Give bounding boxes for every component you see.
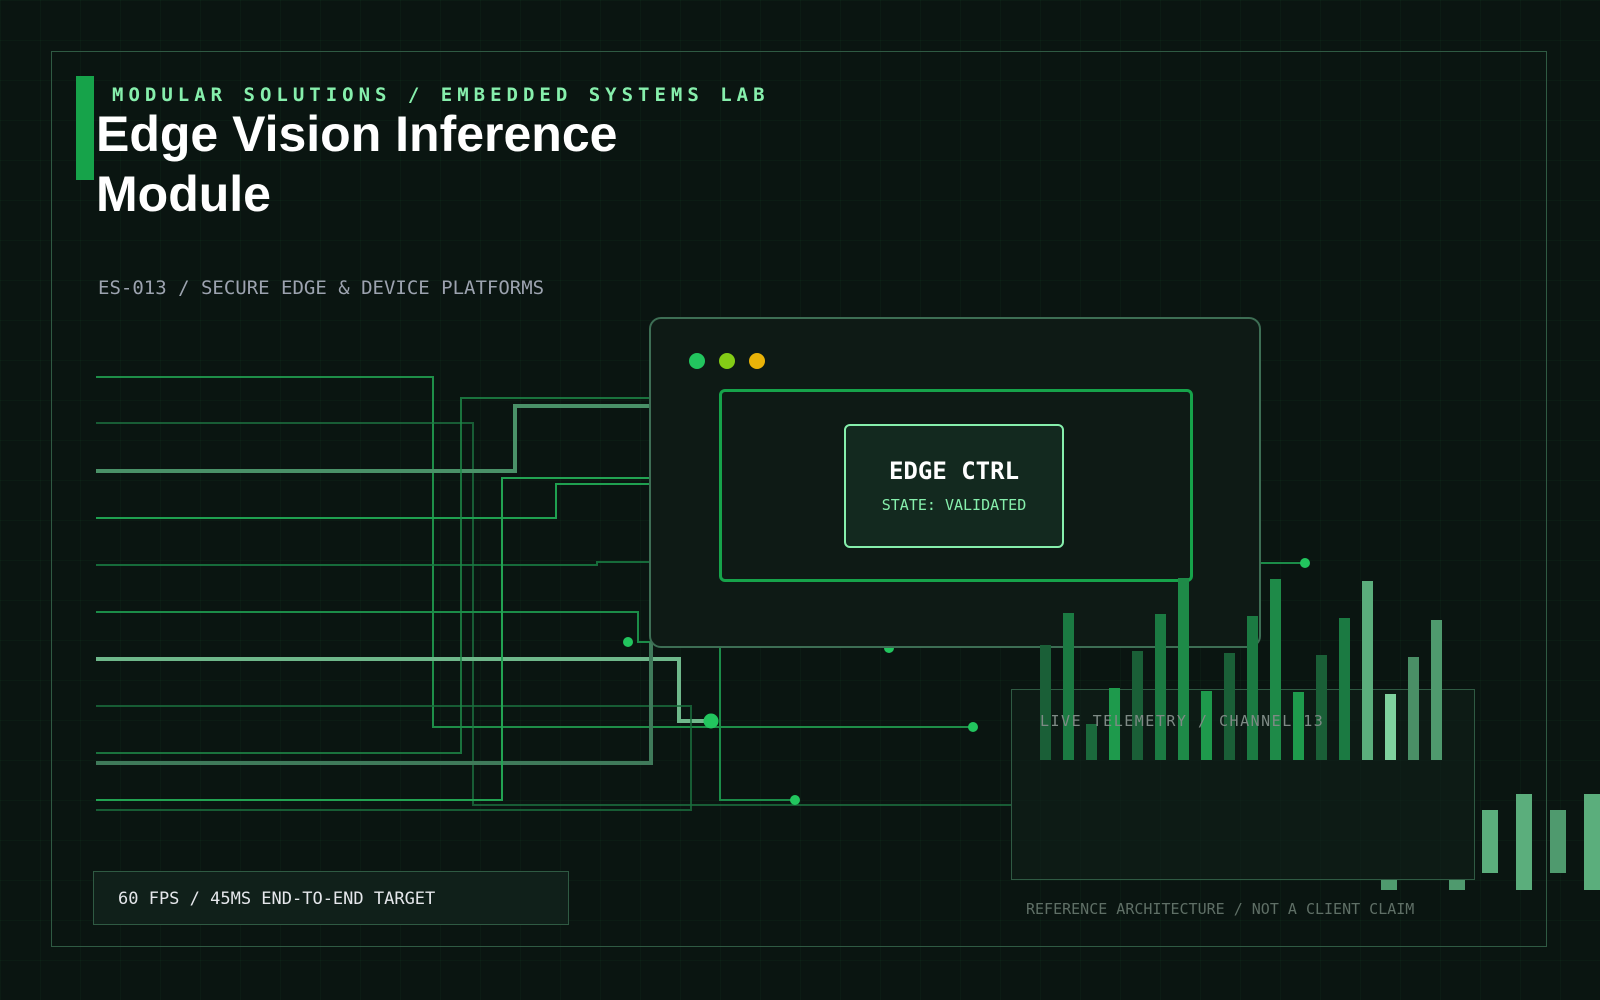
target-badge: 60 FPS / 45MS END-TO-END TARGET (93, 871, 569, 925)
node-dot (1300, 558, 1310, 568)
controller-panel: EDGE CTRL STATE: VALIDATED (719, 389, 1193, 582)
card-title: EDGE CTRL (888, 457, 1020, 485)
window-dot-amber-icon (749, 353, 765, 369)
edge-ctrl-card: EDGE CTRL STATE: VALIDATED (844, 424, 1064, 548)
telemetry-label: LIVE TELEMETRY / CHANNEL 13 (1040, 712, 1325, 730)
junction-dot (703, 713, 719, 729)
window-dot-green-icon (689, 353, 705, 369)
node-dot (968, 722, 978, 732)
window-dot-lime-icon (719, 353, 735, 369)
target-badge-text: 60 FPS / 45MS END-TO-END TARGET (118, 889, 436, 909)
node-dot (623, 637, 633, 647)
footer-note: REFERENCE ARCHITECTURE / NOT A CLIENT CL… (1026, 900, 1415, 918)
node-dot (790, 795, 800, 805)
device-window: EDGE CTRL STATE: VALIDATED (649, 317, 1261, 648)
card-state: STATE: VALIDATED (881, 496, 1027, 514)
